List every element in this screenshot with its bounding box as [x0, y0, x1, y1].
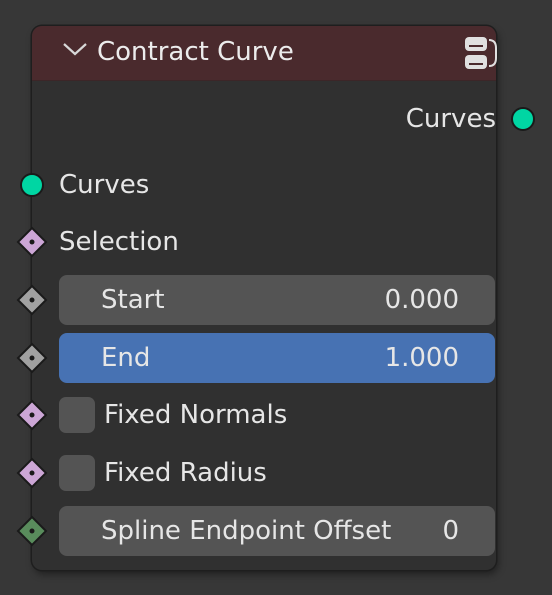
node-title: Contract Curve — [97, 37, 294, 67]
selection-label: Selection — [59, 227, 179, 257]
start-label: Start — [101, 285, 165, 315]
node-header[interactable]: Contract Curve — [32, 26, 497, 81]
input-curves-label: Curves — [59, 170, 150, 200]
spline-endpoint-offset-value: 0 — [442, 516, 459, 546]
fixed-radius-checkbox[interactable] — [59, 455, 95, 491]
spline-endpoint-offset-field[interactable]: Spline Endpoint Offset 0 — [59, 506, 495, 556]
fixed-normals-socket[interactable] — [16, 399, 48, 431]
spline-endpoint-offset-label: Spline Endpoint Offset — [101, 516, 392, 546]
start-field[interactable]: Start 0.000 — [59, 275, 495, 325]
end-field[interactable]: End 1.000 — [59, 333, 495, 383]
output-curves-socket[interactable] — [510, 106, 536, 132]
end-socket[interactable] — [16, 342, 48, 374]
fixed-normals-checkbox[interactable] — [59, 397, 95, 433]
spline-endpoint-offset-socket[interactable] — [16, 515, 48, 547]
output-curves-label: Curves — [405, 104, 496, 134]
node-group-icon[interactable] — [462, 34, 502, 74]
selection-socket[interactable] — [16, 226, 48, 258]
fixed-normals-label: Fixed Normals — [104, 400, 288, 430]
end-label: End — [101, 343, 151, 373]
start-value: 0.000 — [384, 285, 459, 315]
end-value: 1.000 — [384, 343, 459, 373]
collapse-chevron-icon[interactable] — [62, 40, 88, 58]
fixed-radius-socket[interactable] — [16, 457, 48, 489]
input-curves-socket[interactable] — [19, 172, 45, 198]
start-socket[interactable] — [16, 284, 48, 316]
fixed-radius-label: Fixed Radius — [104, 458, 267, 488]
contract-curve-node[interactable]: Contract Curve Curves Curves Selection S… — [16, 26, 535, 570]
